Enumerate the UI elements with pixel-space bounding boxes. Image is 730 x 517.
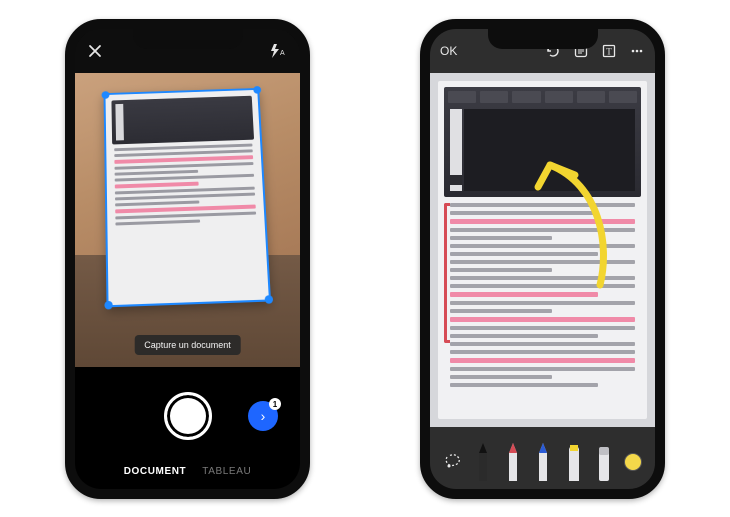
crop-handle-bl[interactable] [104, 300, 112, 309]
capture-hint: Capture un document [134, 335, 241, 355]
color-picker[interactable] [624, 453, 642, 483]
highlighter-tool[interactable] [564, 441, 584, 483]
pen-red-tool[interactable] [503, 441, 523, 483]
eraser-tool[interactable] [594, 441, 614, 483]
doc-preview-header [111, 95, 254, 144]
crop-handle-tr[interactable] [253, 86, 261, 94]
scanned-page [438, 81, 647, 419]
mode-document[interactable]: DOCUMENT [124, 466, 187, 477]
color-swatch [624, 453, 642, 471]
ok-button[interactable]: OK [440, 44, 457, 58]
text-tool-icon[interactable]: T [601, 43, 617, 59]
svg-text:T: T [606, 46, 612, 56]
page-app-header [444, 87, 641, 197]
editor-toolbar [430, 427, 655, 489]
red-bracket-annotation [444, 203, 450, 343]
shutter-button[interactable] [164, 392, 212, 440]
crop-handle-br[interactable] [265, 295, 274, 304]
phone-editor: OK T [420, 19, 665, 499]
svg-text:A: A [280, 50, 285, 57]
mode-tableau[interactable]: TABLEAU [202, 466, 251, 477]
scanner-bottom-bar: › 1 DOCUMENT TABLEAU [75, 367, 300, 489]
capture-mode-tabs: DOCUMENT TABLEAU [124, 466, 252, 489]
lasso-tool[interactable] [443, 451, 463, 471]
more-icon[interactable] [629, 43, 645, 59]
camera-viewport[interactable]: Capture un document [75, 73, 300, 367]
editor-canvas[interactable] [430, 73, 655, 427]
device-notch [133, 27, 243, 49]
crop-handle-tl[interactable] [102, 91, 110, 99]
phone-scanner: A [65, 19, 310, 499]
document-crop-frame[interactable] [104, 87, 272, 306]
close-icon[interactable] [87, 43, 103, 59]
flash-auto-icon[interactable]: A [268, 43, 288, 59]
next-button[interactable]: › 1 [248, 401, 278, 431]
doc-preview-body [114, 143, 256, 225]
pen-blue-tool[interactable] [533, 441, 553, 483]
page-text-body [450, 203, 635, 387]
pen-black-tool[interactable] [473, 441, 493, 483]
device-notch [488, 27, 598, 49]
chevron-right-icon: › [261, 409, 266, 423]
capture-count-badge: 1 [269, 398, 281, 410]
